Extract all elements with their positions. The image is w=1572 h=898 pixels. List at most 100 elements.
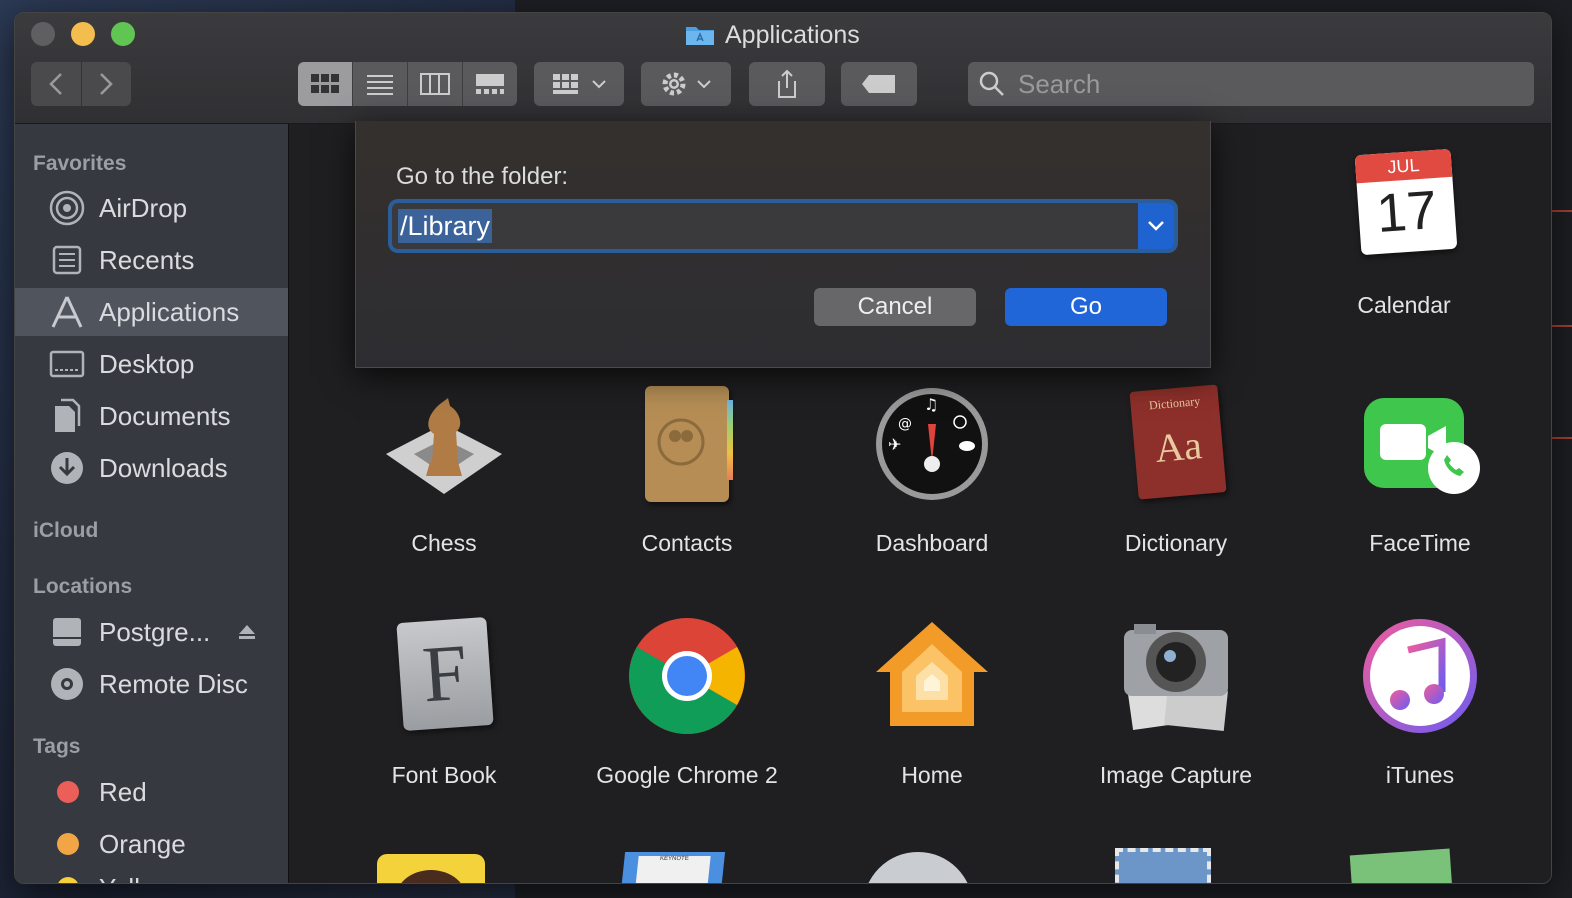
app-contacts[interactable]: Contacts	[567, 384, 807, 557]
share-button[interactable]	[749, 62, 825, 106]
sidebar-item-desktop[interactable]: Desktop	[15, 340, 288, 388]
path-history-dropdown-button[interactable]	[1138, 203, 1174, 249]
gallery-view-button[interactable]	[463, 62, 517, 106]
app-label: Chess	[411, 530, 477, 556]
sidebar-item-recents[interactable]: Recents	[15, 236, 288, 284]
zoom-button[interactable]	[111, 22, 135, 46]
app-facetime[interactable]: FaceTime	[1300, 384, 1540, 557]
app-label: Font Book	[391, 762, 497, 788]
app-chess[interactable]: Chess	[324, 384, 564, 557]
dictionary-book-title: Dictionary	[1148, 393, 1201, 413]
window-title: Applications	[685, 20, 860, 50]
red-tag-dot-icon	[57, 781, 79, 803]
go-button[interactable]: Go	[1005, 288, 1167, 326]
calendar-icon: JUL 17	[1344, 146, 1464, 266]
itunes-icon	[1360, 616, 1480, 736]
column-view-icon	[420, 73, 450, 95]
documents-icon	[49, 398, 85, 434]
search-icon	[979, 71, 1004, 96]
orange-tag-dot-icon	[57, 833, 79, 855]
disc-icon	[49, 666, 85, 702]
gallery-view-icon	[476, 74, 504, 94]
sidebar-item-downloads[interactable]: Downloads	[15, 444, 288, 492]
icloud-heading: iCloud	[33, 519, 99, 542]
app-image-capture[interactable]: Image Capture	[1056, 616, 1296, 789]
icon-view-button[interactable]	[298, 62, 353, 106]
forward-button[interactable]	[82, 62, 132, 106]
app-label: Home	[901, 762, 963, 788]
list-view-button[interactable]	[353, 62, 408, 106]
app-dashboard[interactable]: @ ♫ ✈ Dashboard	[812, 384, 1052, 557]
sidebar-item-documents[interactable]: Documents	[15, 392, 288, 440]
contacts-icon	[627, 384, 747, 504]
sidebar-item-label: Remote Disc	[99, 668, 248, 699]
app-calendar[interactable]: JUL 17 Calendar	[1284, 146, 1524, 319]
app-font-book[interactable]: F Font Book	[324, 616, 564, 789]
applications-icon	[49, 294, 85, 330]
maps-icon[interactable]	[1349, 848, 1453, 883]
minimize-button[interactable]	[71, 22, 95, 46]
svg-text:✈: ✈	[888, 435, 901, 454]
partial-app-icon[interactable]	[377, 854, 485, 883]
recents-icon	[49, 242, 85, 278]
sidebar-item-remote-disc[interactable]: Remote Disc	[15, 660, 288, 708]
tags-button[interactable]	[841, 62, 917, 106]
back-button[interactable]	[31, 62, 82, 106]
chevron-down-icon	[1148, 221, 1164, 231]
sidebar-tag-orange[interactable]: Orange	[15, 820, 288, 868]
keynote-label: KEYNOTE	[634, 856, 711, 883]
home-icon	[872, 616, 992, 736]
locations-heading: Locations	[33, 575, 133, 598]
folder-icon	[685, 24, 715, 46]
sidebar-item-postgres-disk[interactable]: Postgre...	[15, 608, 288, 656]
app-label: Dashboard	[875, 530, 989, 556]
sidebar-tag-red[interactable]: Red	[15, 768, 288, 816]
go-to-folder-dialog: Go to the folder: /Library Cancel Go	[355, 121, 1211, 368]
dictionary-icon: Dictionary Aa	[1116, 384, 1236, 504]
folder-path-input[interactable]	[392, 205, 1138, 247]
cancel-button[interactable]: Cancel	[814, 288, 976, 326]
eject-icon[interactable]	[237, 623, 257, 641]
app-label: FaceTime	[1369, 530, 1471, 556]
window-title-text: Applications	[725, 20, 860, 49]
image-capture-icon	[1116, 616, 1236, 736]
search-input[interactable]	[1016, 67, 1534, 101]
share-icon	[778, 69, 796, 98]
app-label: Contacts	[641, 530, 733, 556]
sidebar-item-airdrop[interactable]: AirDrop	[15, 184, 288, 232]
column-view-button[interactable]	[408, 62, 463, 106]
yellow-tag-dot-icon	[57, 877, 79, 883]
folder-path-combobox[interactable]: /Library	[392, 203, 1174, 249]
group-by-button[interactable]	[534, 62, 624, 106]
app-label: iTunes	[1385, 762, 1455, 788]
app-google-chrome[interactable]: Google Chrome 2	[567, 616, 807, 789]
downloads-icon	[49, 450, 85, 486]
mail-icon[interactable]	[1115, 848, 1211, 883]
gear-icon	[662, 72, 711, 96]
sidebar-item-label: Red	[99, 776, 147, 807]
sidebar-item-applications[interactable]: Applications	[15, 288, 288, 336]
keynote-icon[interactable]: KEYNOTE	[620, 852, 726, 883]
sidebar-item-label: Postgre...	[99, 616, 211, 647]
calendar-day: 17	[1374, 179, 1439, 244]
list-view-icon	[367, 75, 393, 95]
dialog-prompt: Go to the folder:	[396, 163, 569, 190]
app-home[interactable]: Home	[812, 616, 1052, 789]
chrome-icon	[627, 616, 747, 736]
desktop-icon	[49, 346, 85, 382]
app-label: Dictionary	[1124, 530, 1228, 556]
close-button[interactable]	[31, 22, 55, 46]
toolbar: Applications	[15, 13, 1551, 124]
sidebar-item-label: AirDrop	[99, 192, 188, 223]
action-button[interactable]	[641, 62, 731, 106]
tag-icon	[862, 75, 895, 93]
app-itunes[interactable]: iTunes	[1300, 616, 1540, 789]
app-dictionary[interactable]: Dictionary Aa Dictionary	[1056, 384, 1296, 557]
sidebar-tag-yellow[interactable]: Yellow	[15, 864, 288, 883]
view-mode-segmented	[298, 62, 517, 106]
folder-path-selected-text: /Library	[398, 209, 493, 243]
sidebar-item-label: Downloads	[99, 452, 228, 483]
search-field[interactable]	[968, 62, 1534, 106]
sidebar-item-label: Applications	[99, 296, 240, 327]
launchpad-icon[interactable]	[863, 852, 973, 883]
